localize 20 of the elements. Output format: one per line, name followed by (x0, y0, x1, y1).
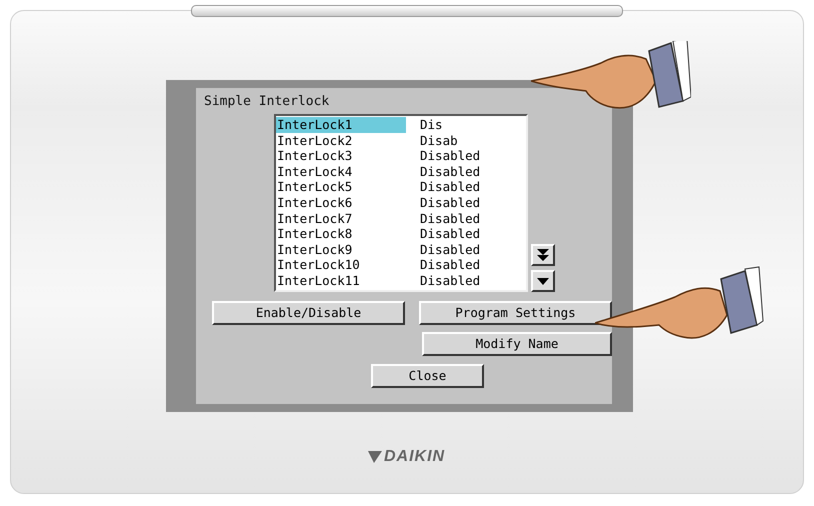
list-item[interactable]: InterLock9 Disabled (276, 242, 526, 258)
scroll-down-button[interactable] (531, 270, 555, 292)
list-item[interactable]: InterLock6 Disabled (276, 194, 526, 211)
enable-disable-button[interactable]: Enable/Disable (212, 300, 405, 325)
brand-logo-text: DAIKIN (384, 448, 446, 466)
list-item[interactable]: InterLock11 Disabled (276, 272, 526, 289)
list-item[interactable]: InterLock7 Disabled (276, 210, 526, 226)
program-settings-button[interactable]: Program Settings (419, 300, 612, 325)
close-button[interactable]: Close (371, 364, 484, 388)
list-item[interactable]: InterLock4 Disabled (276, 164, 526, 180)
dialog-title: Simple Interlock (204, 94, 330, 109)
modify-name-button[interactable]: Modify Name (422, 332, 612, 356)
list-item[interactable]: InterLock10 Disabled (276, 257, 526, 273)
triangle-logo-icon (368, 451, 382, 463)
list-item[interactable]: InterLock2 Disab (276, 132, 526, 148)
list-item[interactable]: InterLock8 Disabled (276, 226, 526, 242)
list-item[interactable]: InterLock5 Disabled (276, 179, 526, 195)
page-down-button[interactable] (531, 244, 555, 266)
list-item[interactable]: InterLock3 Disabled (276, 148, 526, 164)
double-down-arrow-icon (535, 246, 551, 263)
